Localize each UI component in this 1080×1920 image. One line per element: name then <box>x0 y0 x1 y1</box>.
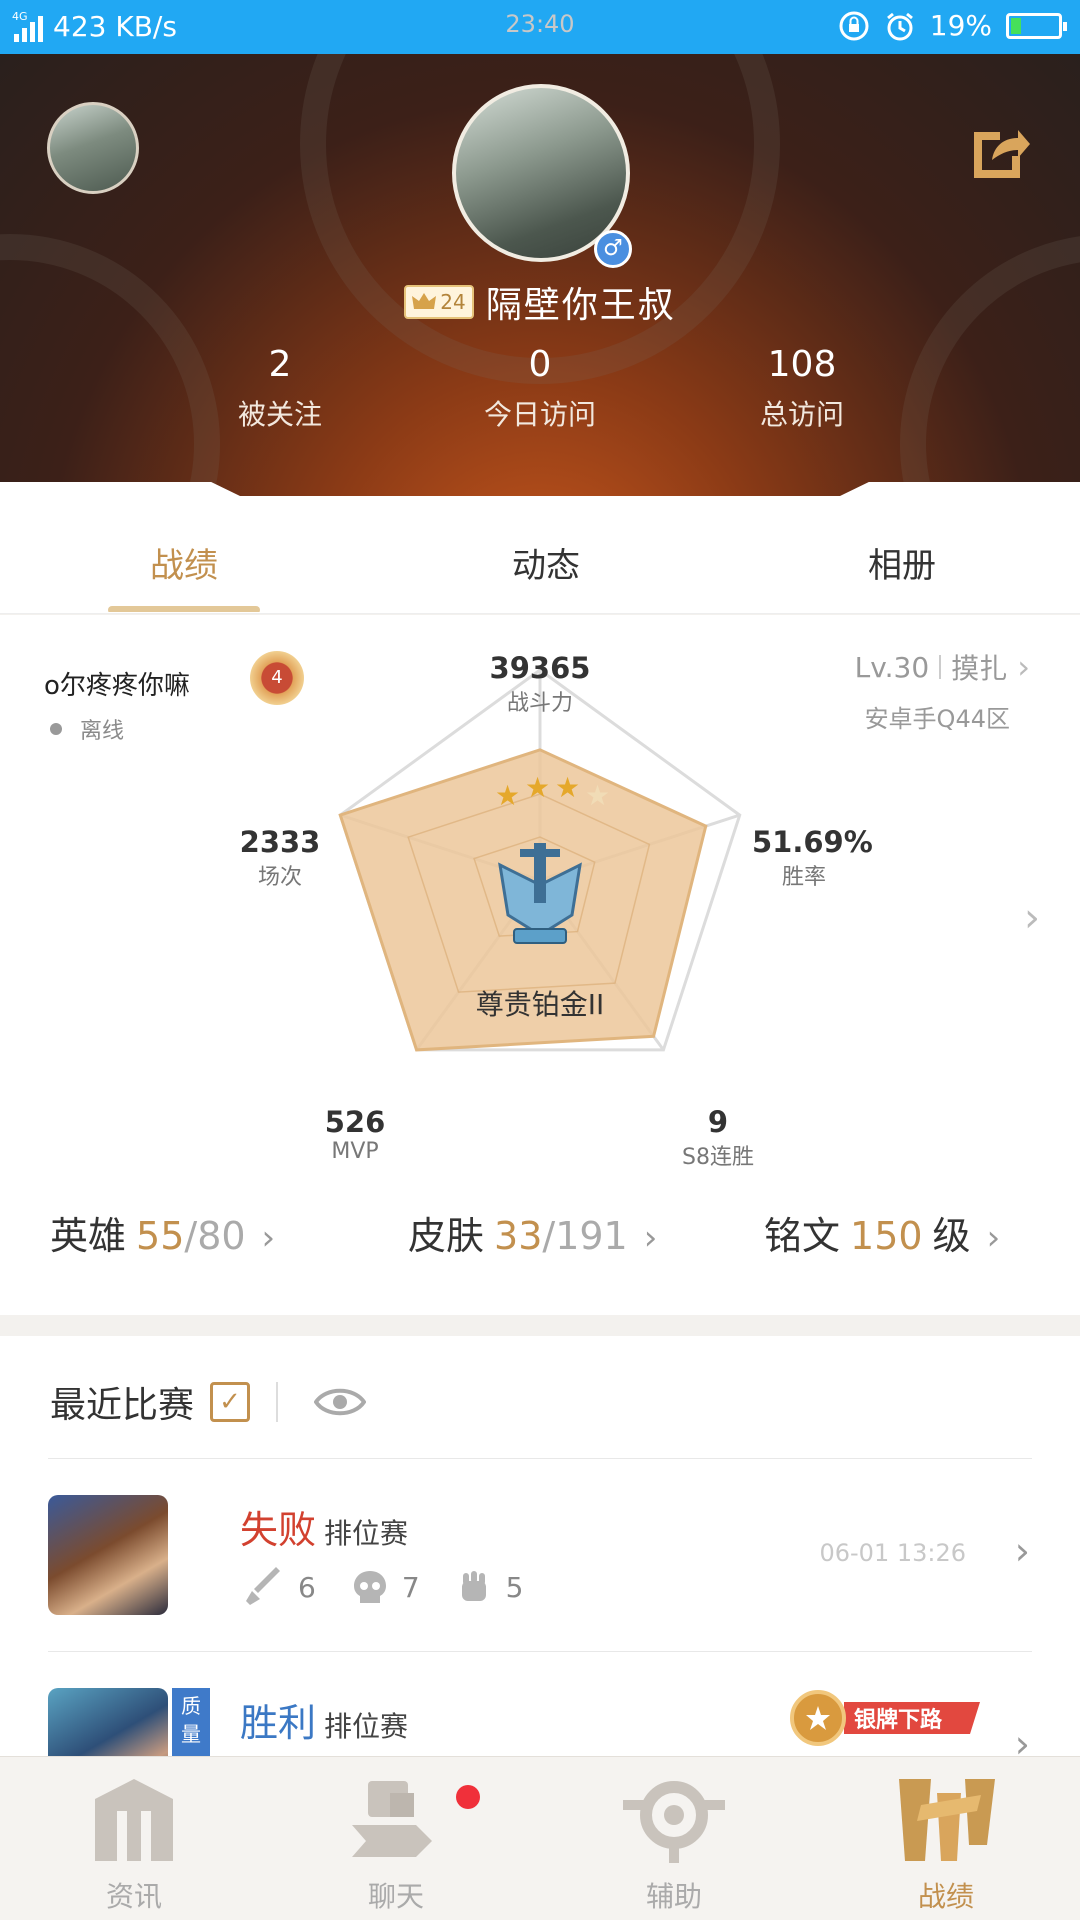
total-visits-stat[interactable]: 108 总访问 <box>682 344 922 433</box>
nav-assist[interactable]: 辅助 <box>584 1775 764 1915</box>
inscription-level[interactable]: 铭文 150 级 › <box>764 1205 1000 1260</box>
tab-album[interactable]: 相册 <box>802 538 1002 587</box>
radar-label-power: 39365 战斗力 <box>489 651 591 716</box>
radar-label-mvp: 526 MVP <box>324 1105 386 1164</box>
star-icon: ★ <box>525 771 550 804</box>
profile-tabs: 战绩 动态 相册 <box>0 482 1080 614</box>
bottom-nav: 资讯 聊天 辅助 战绩 <box>0 1756 1080 1920</box>
recent-title: 最近比赛 <box>50 1385 195 1426</box>
chevron-right-icon: › <box>261 1218 276 1258</box>
tab-battle-record[interactable]: 战绩 <box>84 538 284 587</box>
radar-label-streak: 9 S8连胜 <box>682 1105 754 1170</box>
tab-moments[interactable]: 动态 <box>446 538 646 587</box>
recent-matches: 最近比赛 ✓ 失败 排位赛 6 7 5 06-01 13:26 › 质量 胜利 排位… <box>0 1336 1080 1808</box>
tab-indicator <box>108 606 260 614</box>
male-gender-icon: ♂ <box>594 230 632 268</box>
hand-icon <box>461 1571 486 1601</box>
match-result: 失败 排位赛 <box>240 1508 409 1552</box>
svg-text:银牌下路: 银牌下路 <box>854 1707 943 1733</box>
battery-percent: 19% <box>929 9 992 42</box>
match-time: 06-01 13:26 <box>819 1539 966 1567</box>
sword-icon <box>246 1567 280 1605</box>
rotation-lock-icon <box>839 11 869 40</box>
battle-card[interactable]: o尔疼疼你嘛 4 离线 Lv.30 摸扎 › 安卓手Q44区 › ★ ★ ★ ★ 39… <box>0 615 1080 1315</box>
filter-checkbox[interactable]: ✓ <box>210 1382 251 1422</box>
eye-icon[interactable] <box>314 1385 367 1419</box>
alarm-icon <box>886 12 913 40</box>
radar-label-games: 2333 场次 <box>239 825 321 890</box>
battle-record-icon <box>899 1779 995 1861</box>
vip-badge: 24 <box>404 285 474 319</box>
username: 隔壁你王叔 <box>485 285 676 326</box>
nav-battle-record[interactable]: 战绩 <box>856 1775 1036 1915</box>
kda-stats: 6 7 5 <box>244 1567 523 1607</box>
match-row[interactable]: 失败 排位赛 6 7 5 06-01 13:26 › <box>0 1495 1080 1685</box>
followers-stat[interactable]: 2 被关注 <box>160 344 400 433</box>
radar-label-winrate: 51.69% 胜率 <box>752 825 873 890</box>
skins-count[interactable]: 皮肤 33/191 › <box>408 1205 657 1260</box>
star-icon: ★ <box>495 779 520 812</box>
heroes-count[interactable]: 英雄 55/80 › <box>50 1205 275 1260</box>
match-result: 胜利 排位赛 <box>240 1701 409 1745</box>
share-icon[interactable] <box>966 118 1030 182</box>
crown-icon <box>412 293 437 309</box>
chat-icon <box>352 1781 432 1857</box>
quality-tag: 质量 <box>172 1688 210 1758</box>
nav-news[interactable]: 资讯 <box>44 1775 224 1915</box>
battery-icon <box>1006 12 1067 39</box>
game-avatar[interactable] <box>47 102 139 194</box>
chevron-right-icon: › <box>1014 1529 1030 1573</box>
chevron-right-icon: › <box>643 1218 658 1258</box>
hero-portrait <box>48 1495 168 1615</box>
news-icon <box>95 1779 173 1861</box>
unread-dot <box>456 1785 480 1809</box>
chevron-right-icon: › <box>986 1218 1001 1258</box>
skull-icon <box>353 1571 386 1603</box>
star-icon: ★ <box>555 771 580 804</box>
status-bar: 4G 423 KB/s 23:40 19% <box>0 0 1080 54</box>
profile-header: ♂ 24 隔壁你王叔 2 被关注 0 今日访问 108 总访问 <box>0 54 1080 508</box>
today-visits-stat[interactable]: 0 今日访问 <box>420 344 660 433</box>
rank-name: 尊贵铂金II <box>475 988 605 1021</box>
target-icon <box>623 1781 725 1863</box>
star-icon: ★ <box>585 779 610 812</box>
silver-medal-badge: 银牌下路 <box>784 1688 984 1748</box>
